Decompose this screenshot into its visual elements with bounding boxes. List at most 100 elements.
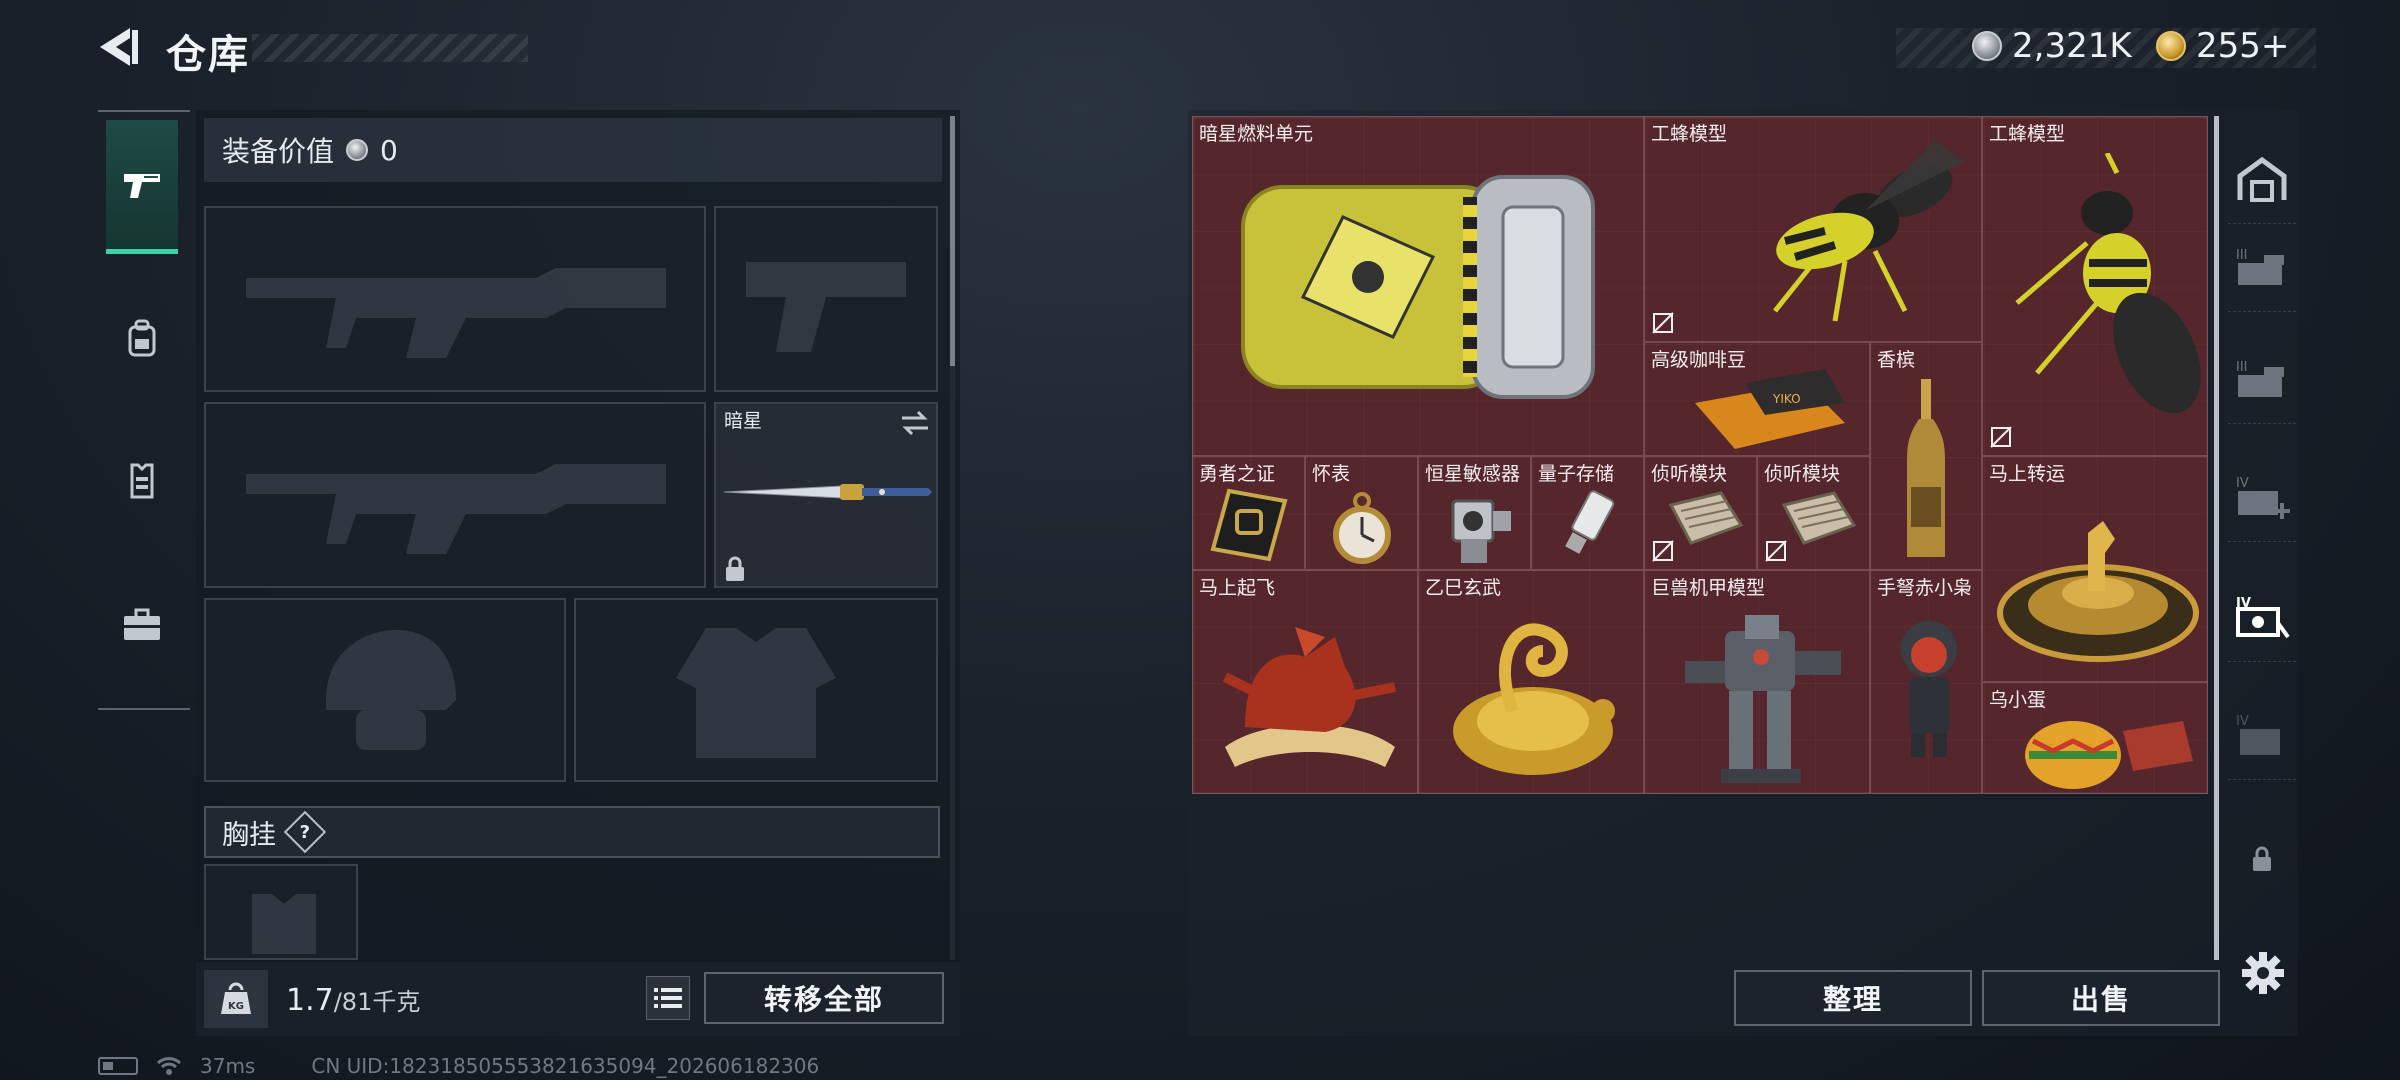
weight-current: 1.7	[286, 983, 334, 1018]
stash-item-horse-statue[interactable]: 马上起飞	[1192, 570, 1418, 794]
gold-coin-icon	[2156, 31, 2186, 61]
equipment-value-bar: 装备价值 0	[204, 118, 942, 182]
star-sensor-icon	[1451, 499, 1511, 563]
item-name: 巨兽机甲模型	[1651, 577, 1766, 599]
stash-tab-4-medical[interactable]: IV	[2228, 452, 2296, 542]
stash-tab-4-active[interactable]: IV	[2228, 572, 2296, 662]
storage-icon	[2237, 156, 2287, 202]
gear-icon[interactable]	[2240, 950, 2286, 996]
help-icon-label: ?	[299, 821, 311, 843]
silver-coin-icon	[346, 139, 369, 161]
status-bar: 37ms CN UID:18231850555382163509​4_20260…	[98, 1054, 819, 1078]
stash-item-coffee-beans[interactable]: 高级咖啡豆 YIKO	[1644, 342, 1870, 456]
item-name: 香槟	[1877, 349, 1916, 371]
item-name: 侦听模块	[1764, 463, 1841, 485]
tab-backpack[interactable]	[106, 272, 178, 406]
stash-item-wasp-model-1[interactable]: 工蜂模型	[1644, 116, 1982, 342]
page-title: 仓库	[166, 32, 250, 78]
silver-currency: 2,321K	[1972, 26, 2132, 66]
sell-button[interactable]: 出售	[1982, 970, 2220, 1026]
chest-rig-silhouette-icon	[252, 894, 316, 954]
stash-tab-locked[interactable]	[2228, 814, 2296, 904]
stash-item-egg[interactable]: 乌小蛋	[1982, 682, 2208, 794]
chest-rig-slot[interactable]	[204, 864, 358, 960]
badge-icon	[1210, 488, 1288, 562]
tab-weapons[interactable]	[106, 120, 178, 254]
weight-readout: 1.7/81千克	[286, 982, 420, 1018]
battery-icon	[98, 1057, 138, 1075]
svg-text:III: III	[2236, 360, 2248, 375]
stash-item-mech-model[interactable]: 巨兽机甲模型	[1644, 570, 1870, 794]
silver-coin-icon	[1972, 31, 2002, 61]
stash-item-figurine[interactable]: 手弩赤小枭	[1870, 570, 1982, 794]
stash-tab-3a[interactable]: III	[2228, 222, 2296, 312]
pocket-watch-icon	[1333, 492, 1391, 564]
weight-max: /81	[333, 988, 373, 1016]
case-tier3-icon: III	[2236, 360, 2284, 397]
sidearm-slot[interactable]	[714, 206, 938, 392]
stash-item-pocket-watch[interactable]: 怀表	[1305, 456, 1418, 570]
stash-item-star-sensor[interactable]: 恒星敏感器	[1418, 456, 1531, 570]
case-tier3-icon: III	[2236, 248, 2284, 285]
tab-armor[interactable]	[106, 414, 178, 548]
stash-item-fuel-cell[interactable]: 暗星燃料单元	[1192, 116, 1644, 456]
stash-item-courage-badge[interactable]: 勇者之证	[1192, 456, 1305, 570]
melee-item-name: 暗星	[724, 410, 763, 432]
stash-item-listening-module-1[interactable]: 侦听模块	[1644, 456, 1757, 570]
horse-statue-icon	[1222, 627, 1396, 767]
quantum-storage-icon	[1565, 490, 1615, 554]
chest-rig-header: 胸挂 ?	[204, 806, 940, 858]
svg-text:KG: KG	[228, 1001, 244, 1012]
list-view-button[interactable]	[646, 976, 690, 1020]
body-armor-slot[interactable]	[574, 598, 938, 782]
helmet-slot[interactable]	[204, 598, 566, 782]
item-name: 马上起飞	[1199, 577, 1276, 599]
swap-icon[interactable]	[900, 410, 930, 436]
item-name: 侦听模块	[1651, 463, 1728, 485]
helmet-silhouette-icon	[326, 630, 456, 750]
item-name: 怀表	[1312, 463, 1351, 485]
stash-item-listening-module-2[interactable]: 侦听模块	[1757, 456, 1870, 570]
gold-currency[interactable]: 255+	[2156, 26, 2289, 66]
item-name: 工蜂模型	[1989, 123, 2066, 145]
sort-button[interactable]: 整理	[1734, 970, 1972, 1026]
ping-readout: 37ms	[200, 1054, 256, 1078]
stash-tab-4-locked[interactable]: IV	[2228, 690, 2296, 780]
stash-item-wasp-model-2[interactable]: 工蜂模型	[1982, 116, 2208, 456]
primary-weapon-slot-1[interactable]	[204, 206, 706, 392]
stash-item-quantum-storage[interactable]: 量子存储	[1531, 456, 1644, 570]
gold-amount: 255+	[2196, 26, 2290, 66]
item-name: 马上转运	[1989, 463, 2066, 485]
stash-item-champagne[interactable]: 香槟	[1870, 342, 1982, 570]
wasp-model-icon	[1773, 141, 1965, 322]
golden-turtle-icon	[1453, 623, 1615, 775]
coffee-beans-icon: YIKO	[1695, 369, 1845, 449]
help-icon[interactable]: ?	[283, 810, 327, 854]
primary-weapon-slot-2[interactable]	[204, 402, 706, 588]
stash-tab-storage[interactable]	[2228, 134, 2296, 224]
weight-unit: 千克	[372, 988, 421, 1016]
wifi-icon	[156, 1057, 182, 1075]
stash-item-horse-turntable[interactable]: 马上转运	[1982, 456, 2208, 682]
melee-slot[interactable]: 暗星	[714, 402, 938, 588]
rifle-silhouette-icon	[246, 464, 666, 554]
silver-amount: 2,321K	[2012, 26, 2132, 66]
equipment-value: 0	[380, 133, 398, 167]
stash-item-golden-turtle[interactable]: 乙巳玄武	[1418, 570, 1644, 794]
item-name: 量子存储	[1538, 463, 1615, 485]
title-decoration	[252, 34, 528, 62]
stash-tab-3b[interactable]: III	[2228, 334, 2296, 424]
user-id: CN UID:18231850555382163509​4_2026061823…	[311, 1054, 820, 1078]
list-icon	[654, 988, 682, 1008]
transfer-all-button[interactable]: 转移全部	[704, 972, 944, 1024]
loadout-scrollbar-thumb[interactable]	[950, 116, 955, 366]
stash-scrollbar-thumb[interactable]	[2214, 116, 2219, 960]
tab-case[interactable]	[106, 558, 178, 692]
horse-turntable-icon	[1997, 521, 2199, 662]
svg-text:YIKO: YIKO	[1772, 392, 1801, 406]
pistol-silhouette-icon	[746, 262, 906, 352]
item-name: 勇者之证	[1199, 463, 1276, 485]
no-sell-icon	[1652, 312, 1674, 334]
loadout-tab-column	[98, 110, 190, 710]
back-arrow-icon[interactable]	[96, 24, 142, 70]
